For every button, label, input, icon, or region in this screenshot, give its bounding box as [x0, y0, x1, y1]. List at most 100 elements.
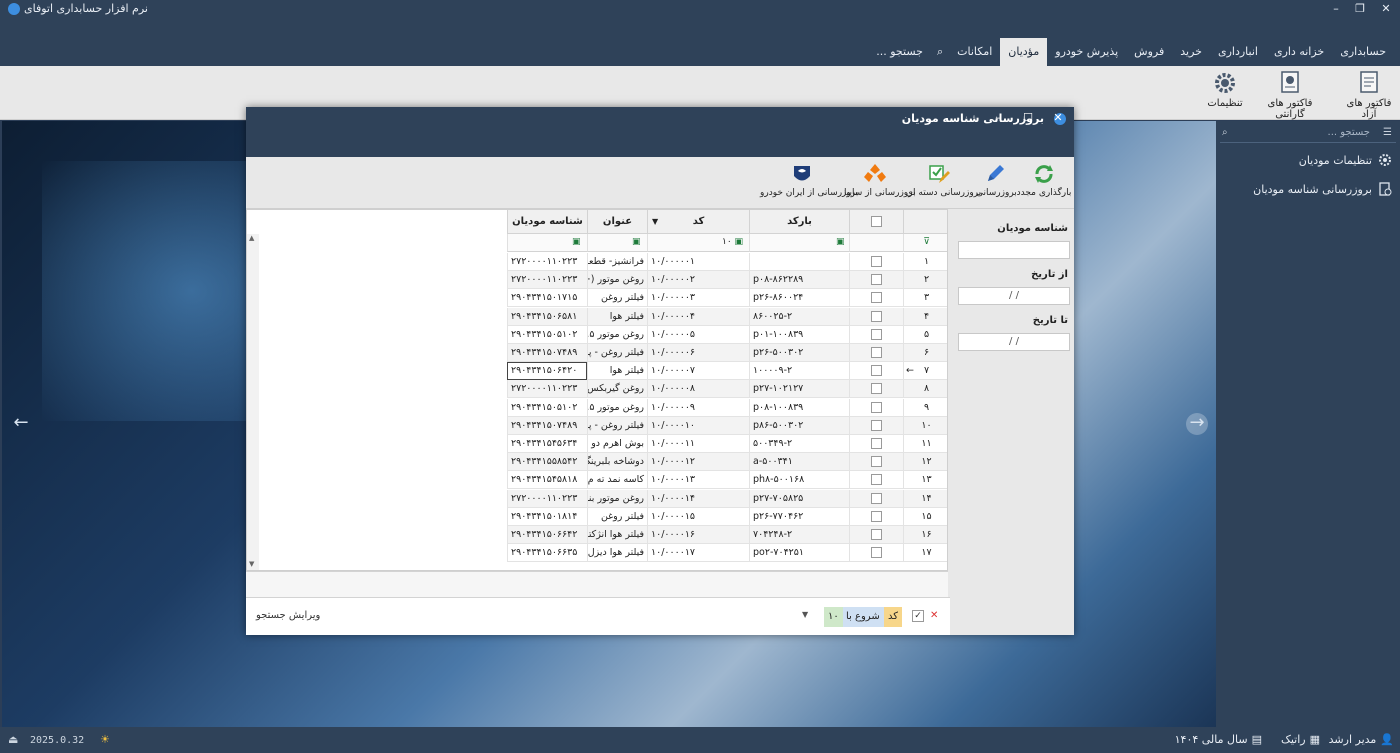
menu-car-reception[interactable]: پذیرش خودرو — [1047, 38, 1126, 66]
restore-icon[interactable]: ❐ — [1352, 2, 1368, 15]
row-checkbox[interactable] — [871, 492, 882, 504]
row-checkbox[interactable] — [871, 419, 882, 431]
cell-code[interactable]: ۱۰/۰۰۰۰۰۸ — [647, 380, 749, 399]
cell-row-number[interactable]: ۸ — [903, 380, 947, 399]
filter-cell-tax[interactable]: ▣ — [507, 234, 587, 252]
cell-barcode[interactable]: ۸۶۰۰۲۵-۲ — [749, 307, 849, 326]
cell-code[interactable]: ۱۰/۰۰۰۰۱۱ — [647, 435, 749, 453]
filter-operator-icon[interactable]: ▣ — [572, 237, 581, 247]
menu-warehouse[interactable]: انبارداری — [1210, 38, 1266, 66]
cell-code[interactable]: ۱۰/۰۰۰۰۱۵ — [647, 507, 749, 526]
cell-row-number[interactable]: ۳ — [903, 289, 947, 308]
clear-filter-icon[interactable]: ✕ — [930, 610, 938, 621]
cell-barcode[interactable] — [749, 253, 849, 271]
hamburger-icon[interactable]: ☰ — [1383, 127, 1392, 138]
row-checkbox[interactable] — [871, 383, 882, 395]
cell-taxpayer-id[interactable]: ۲۹۰۴۳۴۱۵۴۵۸۱۸ — [507, 471, 587, 490]
menu-taxpayers[interactable]: مؤدیان — [1000, 38, 1048, 66]
warranty-invoices-button[interactable]: فاکتور های گارانتی — [1252, 70, 1328, 120]
row-checkbox[interactable] — [871, 310, 882, 322]
cell-title[interactable]: فیلتر روغن - پر — [587, 416, 647, 435]
update-button[interactable]: بروزرسانی — [976, 163, 1017, 198]
cell-barcode[interactable]: p۰۱-۱۰۰۸۳۹ — [749, 325, 849, 344]
cell-row-number[interactable]: ۱۱ — [903, 435, 947, 453]
cell-barcode[interactable]: a-۵۰۰۳۴۱ — [749, 453, 849, 472]
cell-barcode[interactable]: p۲۶-۵۰۰۳۰۲ — [749, 344, 849, 362]
row-checkbox[interactable] — [871, 365, 882, 377]
theme-sun-icon[interactable]: ☀ — [100, 733, 110, 746]
cell-title[interactable]: دوشاخه بلبرینگ — [587, 453, 647, 472]
to-date-input[interactable]: / / — [958, 333, 1070, 351]
search-icon[interactable]: ⌕ — [931, 45, 949, 59]
cell-barcode[interactable]: p۸۶-۵۰۰۳۰۲ — [749, 416, 849, 435]
filter-cell-barcode[interactable]: ▣ — [749, 234, 849, 252]
taxpayer-id-input[interactable] — [958, 241, 1070, 259]
cell-barcode[interactable]: p۲۶-۷۷۰۴۶۲ — [749, 507, 849, 526]
filter-operator-icon[interactable]: ▣ — [632, 237, 641, 247]
filter-chip-operator[interactable]: شروع با — [842, 607, 884, 627]
cell-title[interactable]: فیلتر هوا دیزل — [587, 544, 647, 563]
reload-button[interactable]: بارگذاری مجدد — [1016, 163, 1072, 198]
dialog-minimize-icon[interactable]: – — [990, 111, 1006, 124]
row-checkbox[interactable] — [871, 456, 882, 468]
row-checkbox[interactable] — [871, 401, 882, 413]
update-from-irankhodro-button[interactable]: بروزرسانی از ایران خودرو — [760, 163, 858, 198]
cell-barcode[interactable]: ۷۰۴۲۴۸-۲ — [749, 526, 849, 544]
cell-code[interactable]: ۱۰/۰۰۰۰۰۱ — [647, 253, 749, 271]
cell-code[interactable]: ۱۰/۰۰۰۰۱۰ — [647, 416, 749, 435]
menu-treasury[interactable]: خزانه داری — [1266, 38, 1332, 66]
cell-taxpayer-id[interactable]: ۲۹۰۴۳۴۱۵۴۵۶۳۴ — [507, 435, 587, 453]
cell-code[interactable]: ۱۰/۰۰۰۰۰۲ — [647, 271, 749, 290]
cell-row-number[interactable]: ۱۴ — [903, 489, 947, 508]
close-icon[interactable]: ✕ — [1378, 2, 1394, 15]
row-checkbox[interactable] — [871, 256, 882, 267]
filter-funnel-icon[interactable]: ⊽ — [923, 237, 930, 247]
cell-taxpayer-id[interactable]: ۲۹۰۴۳۴۱۵۰۱۸۱۴ — [507, 507, 587, 526]
sort-filter-icon[interactable]: ▼ — [652, 210, 658, 234]
minimize-icon[interactable]: – — [1328, 2, 1344, 15]
cell-taxpayer-id[interactable]: ۲۷۲۰۰۰۰۱۱۰۲۲۳ — [507, 271, 587, 290]
cell-taxpayer-id[interactable]: ۲۹۰۴۳۴۱۵۰۷۴۸۹ — [507, 344, 587, 362]
cell-code[interactable]: ۱۰/۰۰۰۰۱۶ — [647, 526, 749, 544]
cell-title[interactable]: فیلتر هوا انژکتو — [587, 526, 647, 544]
cell-barcode[interactable]: p۲۷-۷۰۵۸۲۵ — [749, 489, 849, 508]
row-checkbox[interactable] — [871, 547, 882, 559]
cell-row-number[interactable]: ۷ ← — [903, 362, 947, 381]
cell-title[interactable]: کاسه نمد ته م — [587, 471, 647, 490]
sidebar-item-taxpayer-settings[interactable]: تنظیمات مودیان — [1299, 153, 1392, 167]
header-title[interactable]: عنوان — [587, 210, 647, 234]
menu-features[interactable]: امکانات — [949, 38, 1000, 66]
cell-taxpayer-id[interactable]: ۲۹۰۴۳۴۱۵۰۶۶۳۵ — [507, 544, 587, 563]
cell-title[interactable]: روغن موتور (+ — [587, 271, 647, 290]
cell-code[interactable]: ۱۰/۰۰۰۰۱۲ — [647, 453, 749, 472]
cell-row-number[interactable]: ۲ — [903, 271, 947, 290]
cell-row-number[interactable]: ۱۶ — [903, 526, 947, 544]
cell-row-number[interactable]: ۵ — [903, 325, 947, 344]
cell-barcode[interactable]: p۰۸-۸۶۲۲۸۹ — [749, 271, 849, 290]
sidebar-item-update-taxpayer-id[interactable]: بروزرسانی شناسه مودیان — [1253, 182, 1392, 196]
cell-title[interactable]: فیلتر هوا — [587, 362, 647, 381]
side-search-input[interactable]: جستجو ... ☰ ⌕ — [1220, 125, 1396, 143]
cell-code[interactable]: ۱۰/۰۰۰۰۰۴ — [647, 307, 749, 326]
filter-operator-icon[interactable]: ▣ — [735, 237, 744, 247]
cell-title[interactable]: فرانشیز- قطعه — [587, 253, 647, 271]
menu-accounting[interactable]: حسابداری — [1332, 38, 1394, 66]
cell-barcode[interactable]: p۲۶-۸۶۰۰۲۴ — [749, 289, 849, 308]
cell-taxpayer-id[interactable]: ۲۹۰۴۳۴۱۵۰۶۵۸۱ — [507, 307, 587, 326]
settings-button[interactable]: تنظیمات — [1204, 70, 1246, 109]
menu-purchase[interactable]: خرید — [1172, 38, 1210, 66]
cell-taxpayer-id[interactable]: ۲۹۰۴۳۴۱۵۰۱۷۱۵ — [507, 289, 587, 308]
row-checkbox[interactable] — [871, 474, 882, 486]
cell-code[interactable]: ۱۰/۰۰۰۰۱۳ — [647, 471, 749, 490]
cell-row-number[interactable]: ۱۰ — [903, 416, 947, 435]
cell-row-number[interactable]: ۱۲ — [903, 453, 947, 472]
row-checkbox[interactable] — [871, 292, 882, 304]
header-select-all[interactable] — [849, 210, 903, 234]
cell-row-number[interactable]: ۱۷ — [903, 544, 947, 563]
cell-code[interactable]: ۱۰/۰۰۰۰۰۶ — [647, 344, 749, 362]
cell-title[interactable]: روغن موتور ۵. — [587, 325, 647, 344]
free-invoices-button[interactable]: فاکتور های آزاد — [1342, 70, 1396, 120]
filter-chip-column[interactable]: کد — [884, 607, 903, 627]
cell-taxpayer-id[interactable]: ۲۷۲۰۰۰۰۱۱۰۲۲۳ — [507, 489, 587, 508]
cell-code[interactable]: ۱۰/۰۰۰۰۰۳ — [647, 289, 749, 308]
